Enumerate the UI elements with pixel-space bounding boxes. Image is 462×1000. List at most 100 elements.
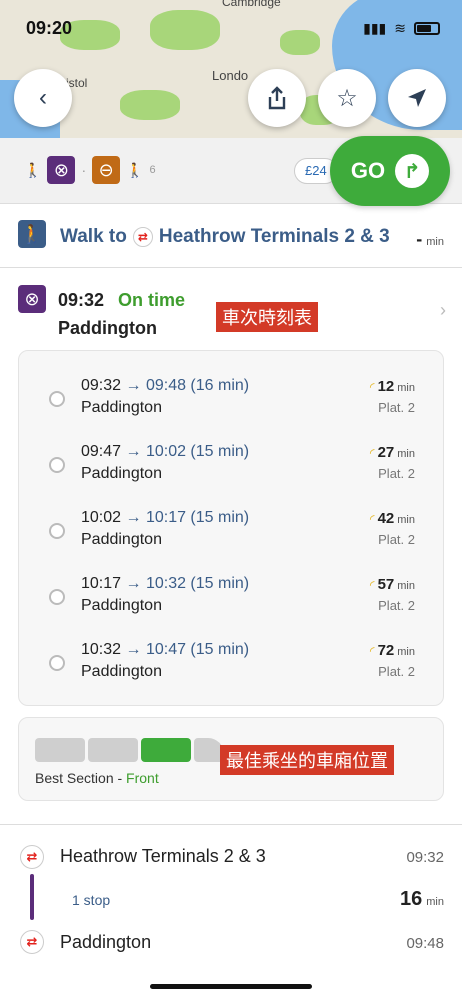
departure-station: Paddington [58,318,157,338]
star-icon: ☆ [336,84,358,112]
schedule-dep-time: 10:32 [81,641,122,658]
live-signal-icon: ◜ [369,446,375,460]
map-label-cambridge: Cambridge [222,0,281,9]
schedule-row[interactable]: 10:17 → 10:32 (15 min) Paddington ◜ 57 min… [19,567,445,633]
schedule-platform: Plat. 2 [378,598,415,613]
go-label: GO [350,158,386,183]
trip-origin-time: 09:32 [406,849,444,866]
live-signal-icon: ◜ [369,578,375,592]
walk-prefix: Walk to [60,226,127,247]
national-rail-icon: ⇄ [20,930,44,954]
best-section-value: Front [126,770,159,786]
favorite-button[interactable]: ☆ [318,69,376,127]
schedule-radio[interactable] [49,589,65,605]
live-minutes-value: 42 [377,510,395,527]
stops-count-toggle[interactable]: 1 stop [72,892,110,908]
live-minutes-unit: min [397,646,415,658]
schedule-dep-time: 10:02 [81,509,122,526]
live-minutes-unit: min [397,514,415,526]
route-modes: 🚶 ⊗ · ⊖ 🚶 6 [24,156,156,184]
best-section-annotation: 最佳乘坐的車廂位置 [220,745,394,775]
schedule-row[interactable]: 10:32 → 10:47 (15 min) Paddington ◜ 72 min… [19,633,445,699]
schedule-live-minutes: ◜ 12 min [370,378,415,395]
walk-icon: 🚶 [18,220,46,248]
train-diagram [35,738,224,762]
elizabeth-line-icon: ⊗ [18,285,46,313]
back-button[interactable]: ‹ [14,69,72,127]
schedule-times: 09:32 → 09:48 (16 min) [81,377,249,395]
schedule-arrival: → 10:02 (15 min) [125,443,250,460]
schedule-radio[interactable] [49,655,65,671]
best-section-label: Best Section - Front [35,770,159,786]
schedule-times: 10:32 → 10:47 (15 min) [81,641,249,659]
schedule-radio[interactable] [49,391,65,407]
section-divider [0,824,462,825]
schedule-row[interactable]: 09:32 → 09:48 (16 min) Paddington ◜ 12 min… [19,369,445,435]
train-car [88,738,138,762]
trip-duration-value: 16 [400,888,423,910]
national-rail-icon: ⇄ [20,845,44,869]
live-minutes-unit: min [397,448,415,460]
schedule-row[interactable]: 10:02 → 10:17 (15 min) Paddington ◜ 42 min… [19,501,445,567]
schedule-arrival: → 10:32 (15 min) [125,575,250,592]
live-signal-icon: ◜ [369,512,375,526]
schedule-arrival: → 10:17 (15 min) [125,509,250,526]
schedule-arrival: → 10:47 (15 min) [125,641,250,658]
schedule-radio[interactable] [49,457,65,473]
status-time: 09:20 [26,18,73,38]
map-label-london: Londo [212,68,249,83]
schedule-live-minutes: ◜ 42 min [370,510,415,527]
live-minutes-value: 72 [377,642,395,659]
schedule-station: Paddington [81,465,162,482]
walk-minutes-unit: min [426,236,444,248]
schedule-times: 10:17 → 10:32 (15 min) [81,575,249,593]
walk-end-icon: 🚶 [126,161,144,178]
walk-minutes-value: - [416,229,423,249]
route-line [30,874,34,920]
battery-icon [414,22,440,35]
departure-schedule: 09:32 → 09:48 (16 min) Paddington ◜ 12 min… [18,350,444,706]
home-indicator[interactable] [150,984,312,989]
schedule-times: 09:47 → 10:02 (15 min) [81,443,249,461]
walk-icon: 🚶 [24,161,42,178]
wifi-icon: ≋ [394,20,406,36]
back-icon: ‹ [39,84,47,111]
live-minutes-unit: min [397,580,415,592]
schedule-live-minutes: ◜ 57 min [370,576,415,593]
underground-icon: ⊖ [92,156,121,184]
timetable-annotation: 車次時刻表 [216,302,318,332]
live-minutes-value: 12 [377,378,395,395]
locate-button[interactable] [388,69,446,127]
route-map[interactable]: Cambridge Londo istol 09:20 ▮▮▮ ≋ [0,0,462,138]
schedule-row[interactable]: 09:47 → 10:02 (15 min) Paddington ◜ 27 min… [19,435,445,501]
walk-step[interactable]: 🚶 Walk to ⇄ Heathrow Terminals 2 & 3 - mi… [0,204,462,268]
schedule-dep-time: 10:17 [81,575,122,592]
chevron-right-icon[interactable]: › [440,300,446,321]
train-car-best [141,738,191,762]
walk-end-minutes: 6 [149,164,156,176]
separator-dot: · [81,162,87,178]
share-button[interactable] [248,69,306,127]
map-park [150,10,220,50]
map-park [280,30,320,55]
departure-status: On time [118,290,186,310]
schedule-radio[interactable] [49,523,65,539]
schedule-platform: Plat. 2 [378,400,415,415]
trip-destination-time: 09:48 [406,935,444,952]
live-minutes-value: 27 [377,444,395,461]
go-button[interactable]: GO ↱ [330,136,450,206]
walk-destination: Heathrow Terminals 2 & 3 [158,226,390,247]
best-section-prefix: Best Section - [35,770,127,786]
live-minutes-unit: min [397,382,415,394]
walk-minutes: - min [416,229,444,250]
live-minutes-value: 57 [377,576,395,593]
schedule-live-minutes: ◜ 27 min [370,444,415,461]
trip-origin: Heathrow Terminals 2 & 3 [60,846,266,866]
live-signal-icon: ◜ [369,644,375,658]
schedule-station: Paddington [81,531,162,548]
national-rail-icon: ⇄ [132,227,153,247]
trip-destination: Paddington [60,932,152,952]
elizabeth-line-icon: ⊗ [47,156,76,184]
share-icon [268,86,286,110]
schedule-dep-time: 09:47 [81,443,122,460]
